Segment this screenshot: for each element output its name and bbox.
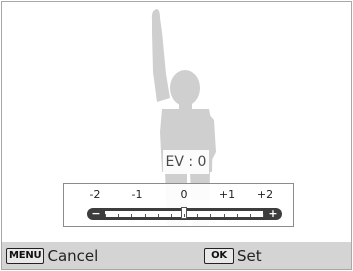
- set-button[interactable]: OK Set: [204, 242, 262, 269]
- decrease-ev-icon[interactable]: −: [89, 208, 103, 220]
- ev-slider[interactable]: − +: [87, 207, 282, 220]
- ev-slider-tick: [224, 214, 225, 217]
- ev-slider-tick: [210, 214, 211, 217]
- ev-value-label: EV : 0: [163, 150, 209, 174]
- ev-slider-tick: [184, 214, 185, 217]
- cancel-button[interactable]: MENU Cancel: [6, 242, 98, 269]
- set-label: Set: [237, 246, 262, 265]
- camera-screen: EV : 0 -2 -1 0 +1 +2 − + MENU Cancel OK …: [1, 1, 352, 270]
- ev-slider-tick: [171, 214, 172, 217]
- ev-slider-tick: [131, 214, 132, 217]
- ev-slider-tick: [158, 214, 159, 217]
- ev-slider-tick: [237, 214, 238, 217]
- ev-slider-tick: [118, 214, 119, 217]
- ev-slider-tick: [105, 214, 106, 217]
- ev-scale-label: +1: [218, 188, 236, 201]
- cancel-label: Cancel: [47, 246, 99, 265]
- ev-scale-label: +2: [256, 188, 274, 201]
- ev-slider-track[interactable]: [105, 207, 264, 219]
- ev-scale-label: 0: [180, 188, 188, 201]
- menu-key-icon: MENU: [6, 247, 45, 264]
- exposure-adjust-panel[interactable]: -2 -1 0 +1 +2 − +: [63, 183, 294, 227]
- increase-ev-icon[interactable]: +: [266, 208, 280, 220]
- ev-slider-tick: [197, 214, 198, 217]
- ev-slider-thumb[interactable]: [181, 207, 187, 219]
- ok-key-icon: OK: [204, 247, 234, 264]
- bottom-control-bar: MENU Cancel OK Set: [2, 242, 351, 269]
- ev-scale-label: -1: [131, 188, 143, 201]
- ev-slider-tick: [145, 214, 146, 217]
- ev-slider-tick: [250, 214, 251, 217]
- ev-scale-label: -2: [89, 188, 101, 201]
- ev-slider-tick: [263, 214, 264, 217]
